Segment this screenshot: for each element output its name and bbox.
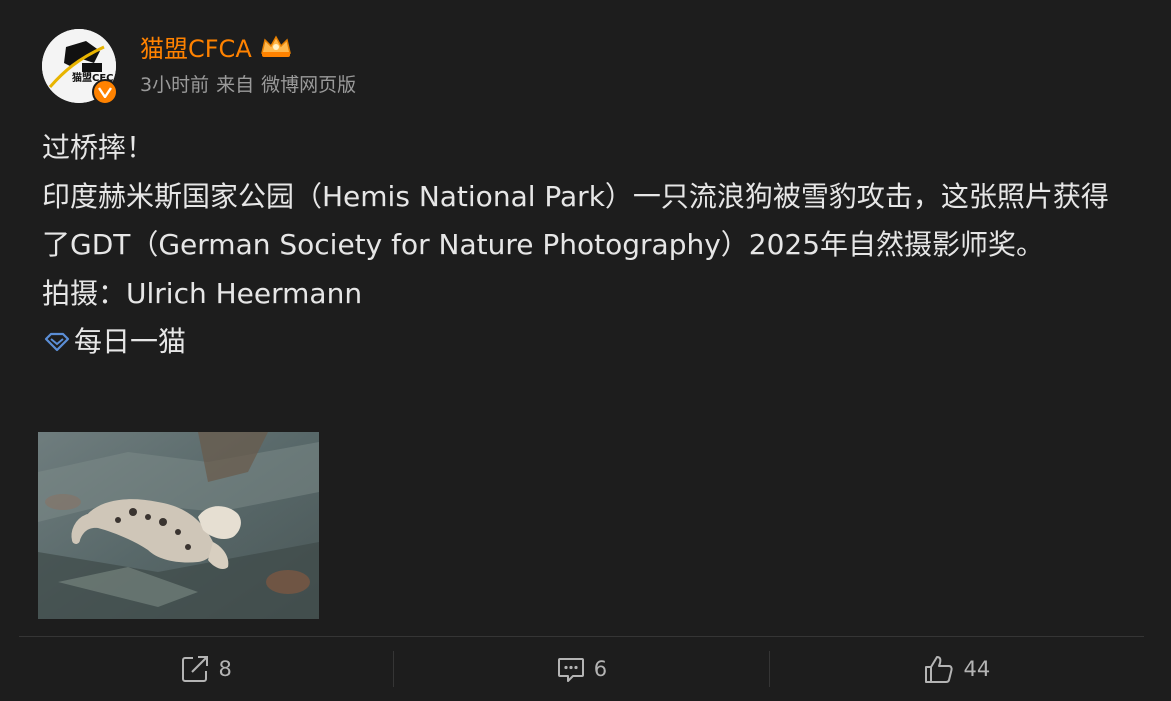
comment-icon xyxy=(557,658,584,682)
weibo-post: 猫盟CFCA 猫盟CFCA 3小时前 来自 微博网页版 过桥摔！ 印度赫米斯国家… xyxy=(0,0,1171,701)
topic-text: 每日一猫 xyxy=(74,325,187,358)
repost-icon xyxy=(182,656,209,682)
like-button[interactable]: 44 xyxy=(770,637,1144,701)
post-image[interactable] xyxy=(38,432,319,619)
author-name[interactable]: 猫盟CFCA xyxy=(140,29,252,64)
diamond-icon xyxy=(44,333,70,352)
like-count: 44 xyxy=(963,657,991,681)
repost-button[interactable]: 8 xyxy=(19,637,393,701)
content-line-title: 过桥摔！ xyxy=(42,131,155,164)
post-content: 过桥摔！ 印度赫米斯国家公园（Hemis National Park）一只流浪狗… xyxy=(42,124,1132,367)
post-source: 微博网页版 xyxy=(261,74,357,96)
author-row: 猫盟CFCA xyxy=(140,29,294,64)
repost-count: 8 xyxy=(218,657,232,681)
thumbs-up-icon xyxy=(925,656,954,683)
content-line-body: 印度赫米斯国家公园（Hemis National Park）一只流浪狗被雪豹攻击… xyxy=(42,179,1109,262)
verified-badge-icon xyxy=(92,79,118,105)
comment-button[interactable]: 6 xyxy=(394,637,768,701)
topic-link[interactable]: 每日一猫 xyxy=(42,318,1132,367)
crown-icon[interactable] xyxy=(258,33,294,59)
action-bar: 8 6 44 xyxy=(19,637,1144,701)
post-meta: 3小时前 来自 微博网页版 xyxy=(140,70,356,97)
source-prefix: 来自 xyxy=(216,74,255,96)
snow-leopard-photo-icon xyxy=(38,432,319,619)
post-time[interactable]: 3小时前 xyxy=(140,70,209,97)
content-line-credit: 拍摄：Ulrich Heermann xyxy=(42,276,363,310)
comment-count: 6 xyxy=(593,657,608,681)
